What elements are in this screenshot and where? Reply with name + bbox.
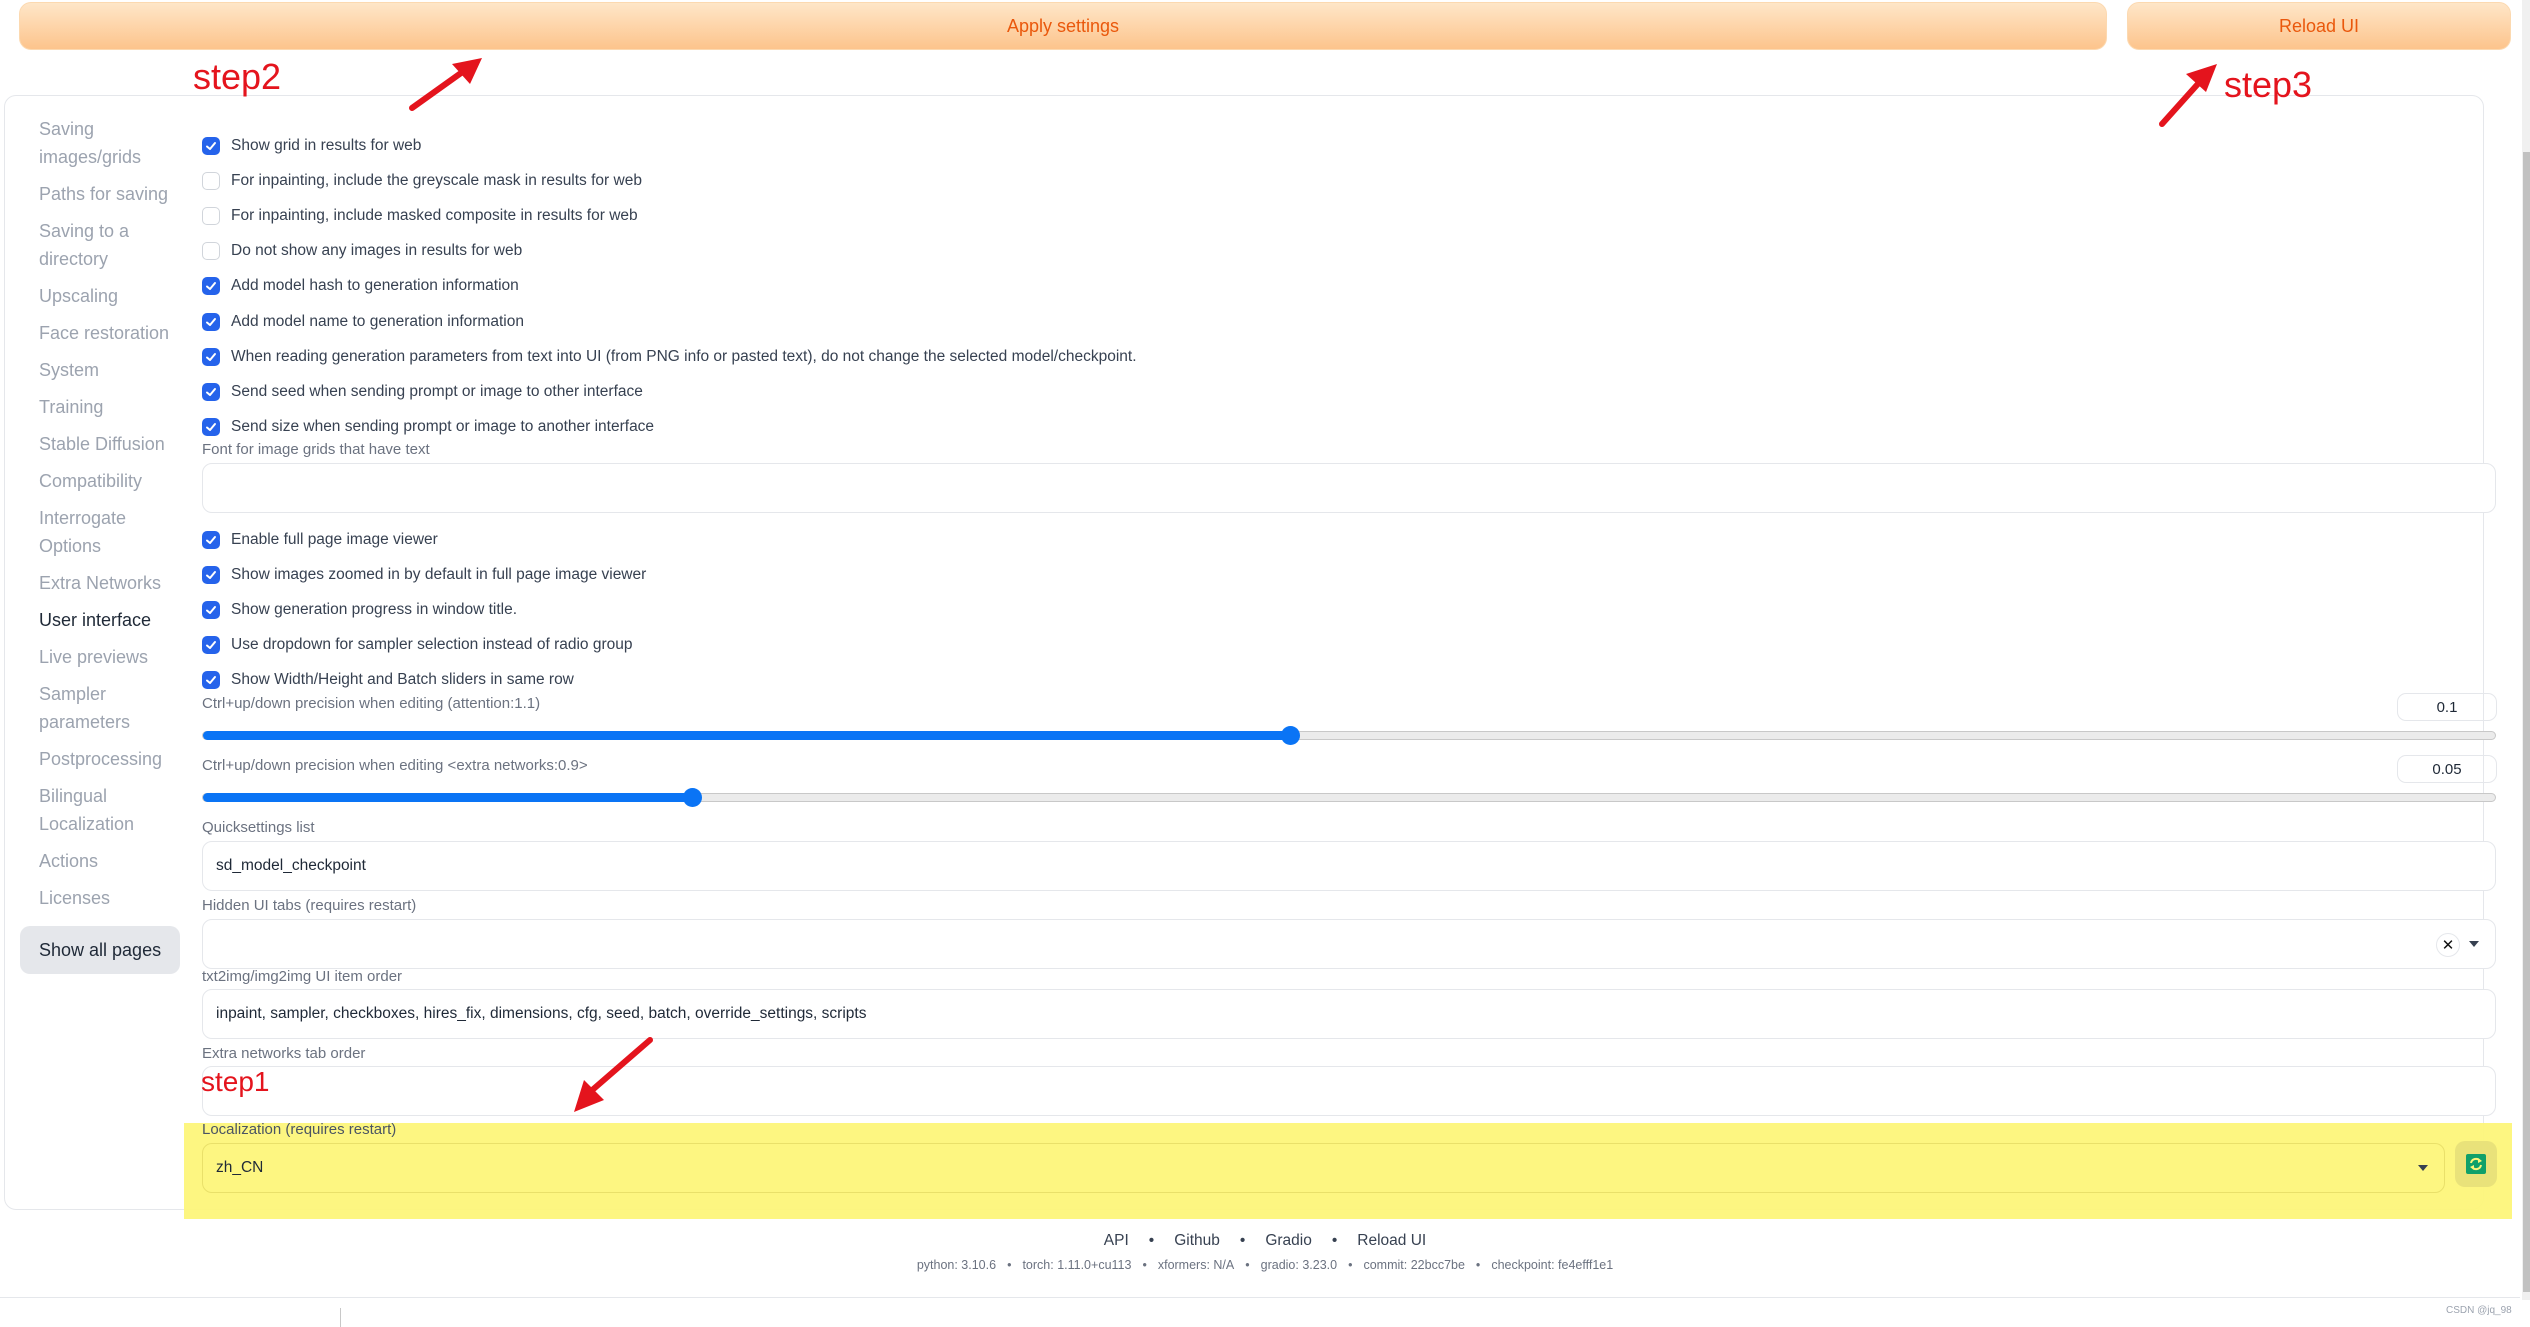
version-info: commit: 22bcc7be (1363, 1258, 1465, 1272)
footer-link[interactable]: Gradio (1265, 1232, 1312, 1249)
bottom-divider (340, 1308, 341, 1327)
footer-separator: • (1475, 1258, 1481, 1272)
step2-arrow (409, 58, 482, 111)
footer-separator: • (1148, 1232, 1155, 1249)
footer-separator: • (1007, 1258, 1012, 1272)
footer-link[interactable]: API (1104, 1232, 1129, 1249)
footer-separator: • (1348, 1258, 1353, 1272)
version-info: checkpoint: fe4efff1e1 (1491, 1258, 1614, 1272)
footer-divider (0, 1297, 2520, 1298)
annotation-arrows (409, 58, 2217, 1112)
footer-separator: • (1331, 1232, 1338, 1249)
version-info: gradio: 3.23.0 (1260, 1258, 1338, 1272)
footer-separator: • (1239, 1232, 1246, 1249)
footer-link[interactable]: Reload UI (1357, 1232, 1426, 1249)
version-info: torch: 1.11.0+cu113 (1022, 1258, 1132, 1272)
footer-links: API • Github • Gradio • Reload UI (0, 1232, 2530, 1250)
footer-link[interactable]: Github (1174, 1232, 1220, 1249)
step1-arrow (574, 1037, 653, 1112)
step3-arrow (2159, 64, 2217, 127)
footer-separator: • (1245, 1258, 1250, 1272)
version-info: xformers: N/A (1157, 1258, 1235, 1272)
footer-versions: python: 3.10.6 • torch: 1.11.0+cu113 • xform… (0, 1258, 2530, 1272)
watermark: CSDN @jq_98 (2446, 1305, 2512, 1316)
footer-separator: • (1142, 1258, 1147, 1272)
version-info: python: 3.10.6 (916, 1258, 997, 1272)
